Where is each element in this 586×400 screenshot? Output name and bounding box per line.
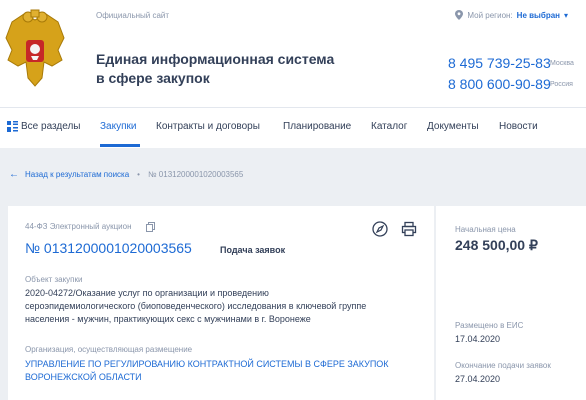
official-site-label: Официальный сайт bbox=[96, 11, 170, 20]
location-pin-icon bbox=[455, 10, 464, 20]
breadcrumb: ← Назад к результатам поиска • № 0131200… bbox=[9, 169, 243, 180]
back-to-results-link[interactable]: Назад к результатам поиска bbox=[25, 170, 129, 179]
organization-link[interactable]: УПРАВЛЕНИЕ ПО РЕГУЛИРОВАНИЮ КОНТРАКТНОЙ … bbox=[25, 358, 425, 384]
deadline-label: Окончание подачи заявок bbox=[455, 361, 551, 370]
nav-item-news[interactable]: Новости bbox=[499, 121, 538, 132]
print-icon[interactable] bbox=[401, 221, 417, 237]
phone-russia-note: Россия bbox=[550, 81, 573, 88]
phone-moscow[interactable]: 8 495 739-25-83 bbox=[448, 55, 551, 71]
purchase-summary: Начальная цена 248 500,00 ₽ Размещено в … bbox=[436, 206, 586, 400]
object-line-2: сероэпидемиологического (биоповеденческо… bbox=[25, 301, 367, 311]
breadcrumb-separator: • bbox=[137, 170, 140, 179]
site-title-line-1: Единая информационная система bbox=[96, 51, 335, 67]
nav-item-catalog[interactable]: Каталог bbox=[371, 121, 407, 132]
deadline-value: 27.04.2020 bbox=[455, 374, 501, 384]
coat-of-arms-icon[interactable] bbox=[4, 8, 66, 90]
breadcrumb-current: № 0131200001020003565 bbox=[147, 170, 244, 179]
posted-date-label: Размещено в ЕИС bbox=[455, 321, 524, 330]
organization-label: Организация, осуществляющая размещение bbox=[25, 345, 193, 354]
nav-item-planning[interactable]: Планирование bbox=[283, 121, 351, 132]
posted-date-value: 17.04.2020 bbox=[455, 334, 501, 344]
chevron-down-icon[interactable]: ▾ bbox=[564, 11, 568, 20]
active-tab-indicator bbox=[100, 144, 140, 147]
initial-price-label: Начальная цена bbox=[455, 225, 516, 234]
compass-icon[interactable] bbox=[372, 221, 388, 237]
nav-item-contracts[interactable]: Контракты и договоры bbox=[156, 121, 260, 132]
nav-item-documents[interactable]: Документы bbox=[427, 121, 479, 132]
object-line-1: 2020-04272/Оказание услуг по организации… bbox=[25, 288, 269, 298]
site-title[interactable]: Единая информационная система в сфере за… bbox=[96, 50, 334, 88]
object-label: Объект закупки bbox=[25, 275, 83, 284]
site-title-line-2: в сфере закупок bbox=[96, 70, 210, 86]
phone-russia[interactable]: 8 800 600-90-89 bbox=[448, 76, 551, 92]
region-selector[interactable]: Мой регион: Не выбран ▾ bbox=[455, 10, 568, 20]
object-description: 2020-04272/Оказание услуг по организации… bbox=[25, 287, 425, 326]
region-label: Мой регион: bbox=[467, 10, 513, 20]
site-header: Официальный сайт Единая информационная с… bbox=[0, 0, 586, 107]
initial-price-value: 248 500,00 ₽ bbox=[455, 237, 538, 253]
purchase-card: 44-ФЗ Электронный аукцион № 013120000102… bbox=[8, 206, 434, 400]
purchase-number[interactable]: № 0131200001020003565 bbox=[25, 240, 192, 256]
organization-line-2: ВОРОНЕЖСКОЙ ОБЛАСТИ bbox=[25, 372, 142, 382]
status-badge: Подача заявок bbox=[220, 245, 286, 255]
law-type-label: 44-ФЗ Электронный аукцион bbox=[25, 222, 132, 231]
organization-line-1: УПРАВЛЕНИЕ ПО РЕГУЛИРОВАНИЮ КОНТРАКТНОЙ … bbox=[25, 359, 389, 369]
nav-item-purchases[interactable]: Закупки bbox=[100, 121, 136, 132]
grid-menu-icon[interactable] bbox=[7, 121, 18, 132]
copy-icon[interactable] bbox=[146, 222, 155, 232]
object-line-3: населения - мужчин, практикующих секс с … bbox=[25, 314, 311, 324]
nav-item-all-sections[interactable]: Все разделы bbox=[21, 121, 80, 132]
arrow-left-icon[interactable]: ← bbox=[9, 169, 19, 180]
main-nav: Все разделы Закупки Контракты и договоры… bbox=[0, 107, 586, 148]
region-value[interactable]: Не выбран bbox=[517, 11, 560, 20]
phone-moscow-note: Москва bbox=[550, 60, 574, 67]
